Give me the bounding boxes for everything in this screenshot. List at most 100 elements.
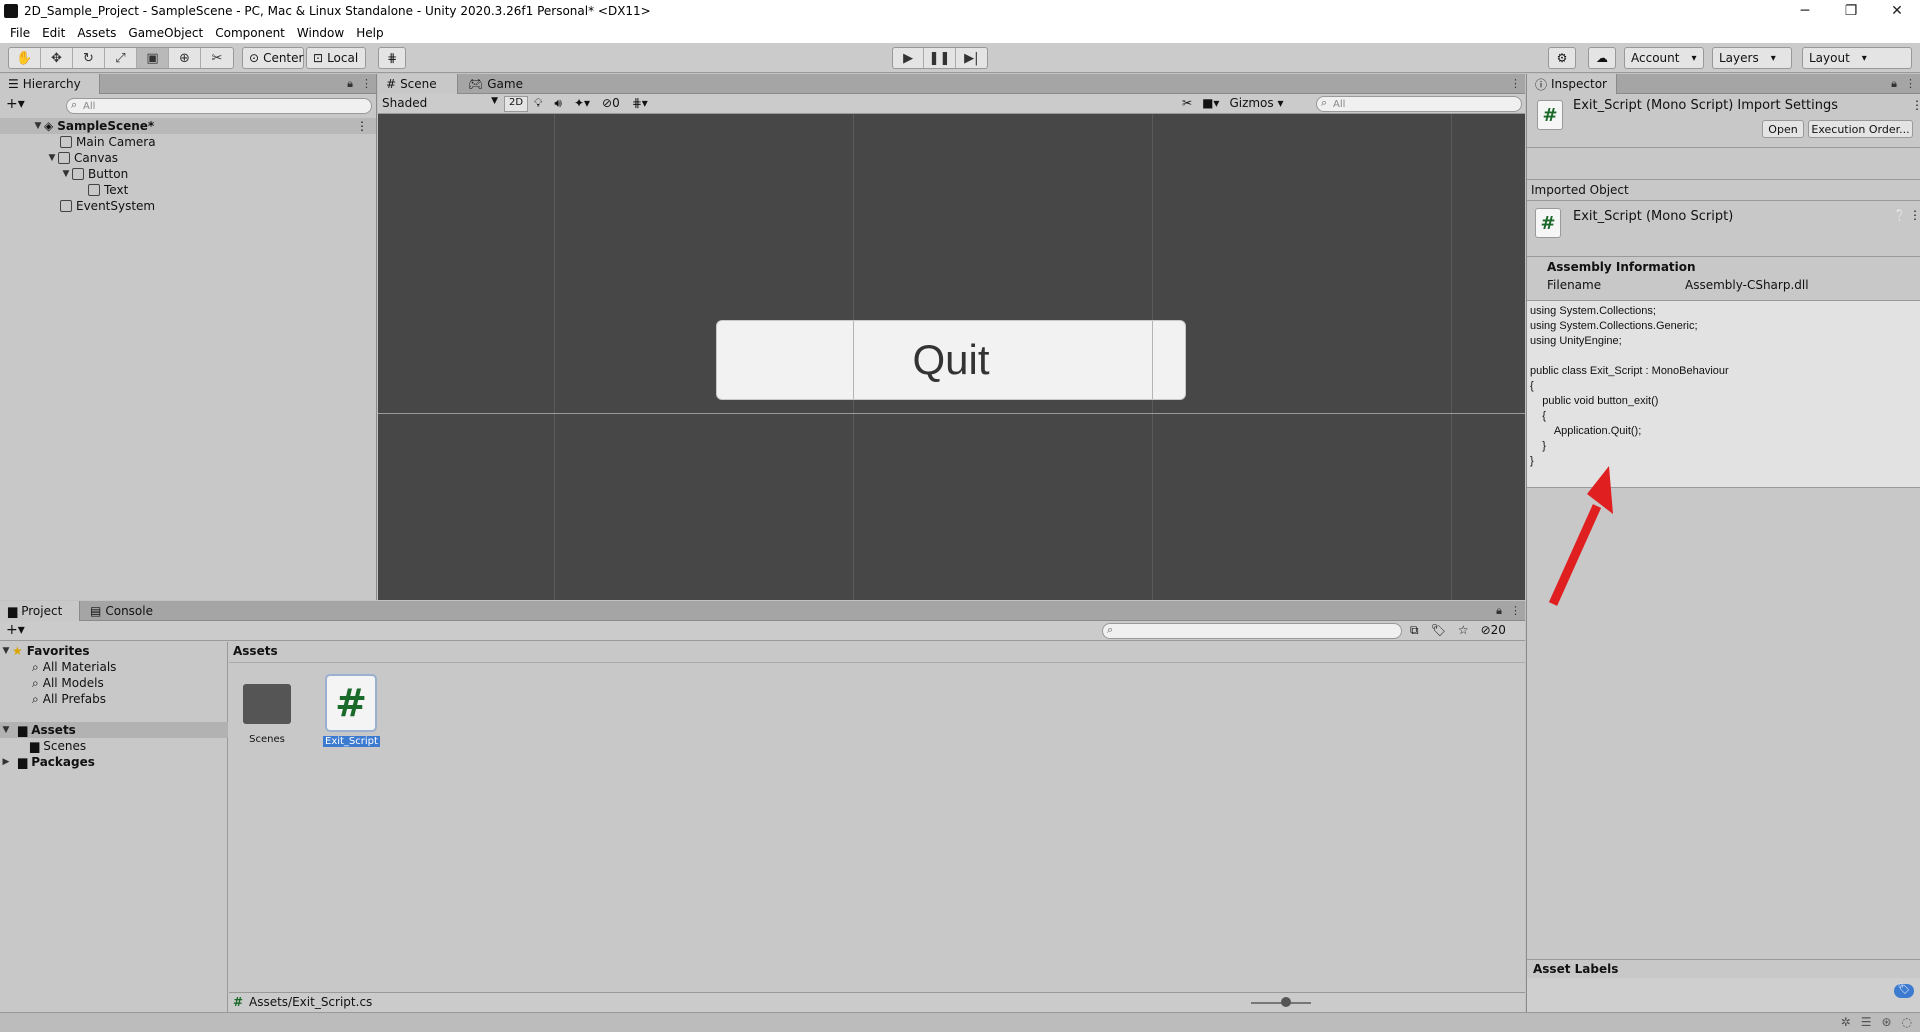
menu-window[interactable]: Window: [297, 26, 344, 40]
tree-packages[interactable]: ▶ ▆ Packages: [0, 754, 95, 770]
close-button[interactable]: ✕: [1874, 0, 1920, 22]
header-menu-icon[interactable]: ⋮: [1911, 98, 1920, 112]
toggle-2d-button[interactable]: 2D: [504, 96, 528, 112]
account-dropdown[interactable]: Account: [1624, 47, 1704, 69]
maximize-button[interactable]: ❐: [1828, 0, 1874, 22]
lighting-icon[interactable]: 💡︎: [534, 96, 542, 111]
shading-mode-dropdown[interactable]: Shaded ▼: [382, 96, 498, 112]
tag-icon[interactable]: 🏷︎: [1894, 984, 1914, 998]
layout-dropdown[interactable]: Layout: [1802, 47, 1912, 69]
pivot-local-button[interactable]: ⊡ Local: [306, 47, 366, 69]
open-button[interactable]: Open: [1762, 120, 1804, 138]
filter-label-icon[interactable]: 🏷︎: [1431, 623, 1446, 638]
lock-icon[interactable]: 🔒︎: [1496, 604, 1502, 618]
hand-icon[interactable]: ✋: [9, 48, 41, 68]
menu-file[interactable]: File: [10, 26, 30, 40]
component-menu-icon[interactable]: ⋮: [1909, 208, 1920, 222]
kebab-menu-icon[interactable]: ⋮: [1905, 77, 1916, 91]
effects-icon[interactable]: ✦▾: [574, 96, 590, 111]
favorite-all-models[interactable]: ⌕ All Models: [0, 675, 104, 691]
rect-icon[interactable]: ▣: [137, 48, 169, 68]
bug-icon[interactable]: ✲: [1841, 1015, 1851, 1029]
pause-icon[interactable]: ❚❚: [924, 48, 956, 68]
zoom-slider-handle[interactable]: [1281, 997, 1291, 1007]
tab-scene[interactable]: # Scene: [378, 74, 458, 94]
favorite-all-prefabs[interactable]: ⌕ All Prefabs: [0, 691, 106, 707]
snap-grid-button[interactable]: ⋕: [378, 47, 406, 69]
expand-arrow-icon[interactable]: ▼: [60, 169, 72, 179]
divider: [1527, 959, 1920, 960]
tab-console[interactable]: ▤ Console: [82, 601, 162, 621]
menu-assets[interactable]: Assets: [77, 26, 116, 40]
favorite-star-icon[interactable]: ☆: [1458, 623, 1469, 638]
pivot-center-button[interactable]: ⊙ Center: [242, 47, 304, 69]
unity-logo-icon: [4, 4, 18, 18]
create-plus-button[interactable]: +▾: [6, 622, 25, 638]
tab-inspector[interactable]: ⓘ Inspector: [1527, 74, 1617, 94]
hierarchy-search-input[interactable]: All: [66, 98, 372, 114]
transform-icon[interactable]: ⊕: [169, 48, 201, 68]
menu-gameobject[interactable]: GameObject: [128, 26, 203, 40]
camera-icon[interactable]: ■▾: [1202, 96, 1219, 110]
quit-button-preview[interactable]: Quit: [716, 320, 1186, 400]
grid-toggle-icon[interactable]: ⋕▾: [632, 96, 648, 111]
scale-icon[interactable]: ⤢: [105, 48, 137, 68]
tree-scenes[interactable]: ▆ Scenes: [0, 738, 86, 754]
progress-icon[interactable]: ◌: [1902, 1015, 1912, 1029]
layers-dropdown[interactable]: Layers: [1712, 47, 1792, 69]
hierarchy-item-canvas[interactable]: ▼ Canvas: [0, 150, 119, 166]
hierarchy-item-text[interactable]: Text: [0, 182, 128, 198]
tools-icon[interactable]: ✂: [1182, 96, 1192, 110]
hierarchy-item-main-camera[interactable]: Main Camera: [0, 134, 156, 150]
debug-icon[interactable]: ⊛: [1881, 1015, 1891, 1029]
scene-menu-icon[interactable]: ⋮: [356, 119, 368, 133]
hierarchy-item-label: Button: [88, 167, 129, 181]
kebab-menu-icon[interactable]: ⋮: [1510, 77, 1521, 90]
step-icon[interactable]: ▶|: [956, 48, 987, 68]
tab-game[interactable]: 🎮︎ Game: [460, 74, 530, 94]
collapse-arrow-icon[interactable]: ▶: [0, 757, 12, 767]
hidden-packages-icon[interactable]: ⊘20: [1481, 623, 1506, 638]
lock-icon[interactable]: 🔒︎: [347, 77, 353, 91]
custom-tool-icon[interactable]: ✂: [201, 48, 233, 68]
execution-order-button[interactable]: Execution Order...: [1808, 120, 1913, 138]
layers-stack-icon[interactable]: ☰: [1861, 1015, 1872, 1029]
cloud-button[interactable]: ☁: [1588, 47, 1616, 69]
project-filters: ⧉ 🏷︎ ☆ ⊘20: [1410, 623, 1506, 638]
move-icon[interactable]: ✥: [41, 48, 73, 68]
hierarchy-item-samplescene[interactable]: ▼ ◈ SampleScene* ⋮: [0, 118, 376, 134]
menu-help[interactable]: Help: [356, 26, 383, 40]
collab-button[interactable]: ⚙: [1548, 47, 1576, 69]
lock-icon[interactable]: 🔒︎: [1891, 77, 1897, 91]
kebab-menu-icon[interactable]: ⋮: [1510, 604, 1521, 618]
scene-viewport[interactable]: Quit: [378, 114, 1525, 600]
play-icon[interactable]: ▶: [893, 48, 925, 68]
menu-edit[interactable]: Edit: [42, 26, 65, 40]
rotate-icon[interactable]: ↻: [73, 48, 105, 68]
hierarchy-item-eventsystem[interactable]: EventSystem: [0, 198, 155, 214]
kebab-menu-icon[interactable]: ⋮: [361, 77, 372, 91]
hierarchy-item-button[interactable]: ▼ Button: [0, 166, 129, 182]
audio-icon[interactable]: 🔊︎: [554, 96, 562, 111]
expand-arrow-icon[interactable]: ▼: [46, 153, 58, 163]
favorites-header[interactable]: ▼ ★ Favorites: [0, 643, 90, 659]
expand-arrow-icon[interactable]: ▼: [0, 725, 12, 735]
asset-scenes-folder[interactable]: Scenes: [243, 682, 291, 754]
favorite-all-materials[interactable]: ⌕ All Materials: [0, 659, 116, 675]
create-plus-button[interactable]: +▾: [6, 96, 25, 112]
help-icon[interactable]: ❔: [1893, 209, 1907, 222]
tree-assets[interactable]: ▼ ▆ Assets: [0, 722, 228, 738]
asset-exit-script[interactable]: # Exit_Script: [323, 674, 380, 754]
gizmos-dropdown[interactable]: Gizmos ▾: [1229, 96, 1283, 110]
minimize-button[interactable]: ─: [1782, 0, 1828, 22]
filter-type-icon[interactable]: ⧉: [1410, 623, 1419, 638]
menu-component[interactable]: Component: [215, 26, 285, 40]
tab-hierarchy[interactable]: ☰ Hierarchy: [0, 74, 100, 94]
project-search-input[interactable]: [1102, 623, 1402, 639]
expand-arrow-icon[interactable]: ▼: [32, 121, 44, 131]
tab-project[interactable]: ▆ Project: [0, 601, 80, 621]
expand-arrow-icon[interactable]: ▼: [0, 646, 12, 656]
hidden-objects-icon[interactable]: ⊘0: [602, 96, 620, 111]
filename-value: Assembly-CSharp.dll: [1685, 278, 1809, 292]
scene-search-input[interactable]: All: [1316, 96, 1522, 112]
